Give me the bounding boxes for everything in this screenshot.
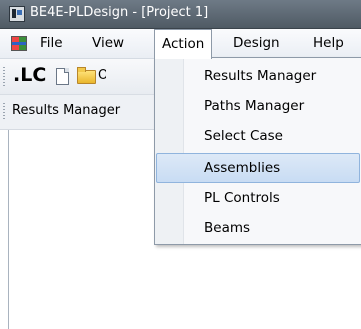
results-manager-tab[interactable]: Results Manager [12, 103, 120, 118]
menu-action[interactable]: Action [154, 29, 213, 59]
menu-item-select-case[interactable]: Select Case [156, 121, 360, 151]
panel-divider [8, 130, 9, 329]
app-menu-icon[interactable] [11, 36, 27, 51]
menu-design[interactable]: Design [233, 29, 280, 57]
menu-file[interactable]: File [40, 29, 63, 57]
menu-item-label: Select Case [204, 128, 283, 144]
menu-item-pl-controls[interactable]: PL Controls [156, 183, 360, 213]
window-title: BE4E-PLDesign - [Project 1] [30, 5, 209, 20]
strip-grip-icon[interactable] [3, 103, 5, 121]
action-menu-dropdown: Results Manager Paths Manager Select Cas… [154, 57, 361, 245]
lc-button[interactable]: .LC [13, 64, 46, 86]
new-file-icon[interactable] [56, 68, 69, 85]
menu-item-assemblies[interactable]: Assemblies [156, 153, 360, 183]
menu-view[interactable]: View [92, 29, 124, 57]
menu-item-paths-manager[interactable]: Paths Manager [156, 91, 360, 121]
menu-help[interactable]: Help [313, 29, 344, 57]
open-button-label[interactable]: Op [98, 68, 106, 83]
menu-item-label: Beams [204, 220, 251, 236]
menu-item-label: Assemblies [204, 160, 281, 176]
window-app-icon[interactable] [9, 6, 25, 22]
menu-item-beams[interactable]: Beams [156, 213, 360, 243]
toolbar-grip-icon[interactable] [3, 67, 5, 87]
title-bar: BE4E-PLDesign - [Project 1] [0, 0, 361, 29]
menu-item-label: Paths Manager [204, 98, 305, 114]
menu-bar: File View Action Design Help [0, 29, 361, 59]
menu-item-results-manager[interactable]: Results Manager [156, 61, 360, 91]
menu-item-label: PL Controls [204, 190, 280, 206]
open-folder-icon[interactable] [77, 67, 96, 84]
menu-item-label: Results Manager [204, 68, 317, 84]
